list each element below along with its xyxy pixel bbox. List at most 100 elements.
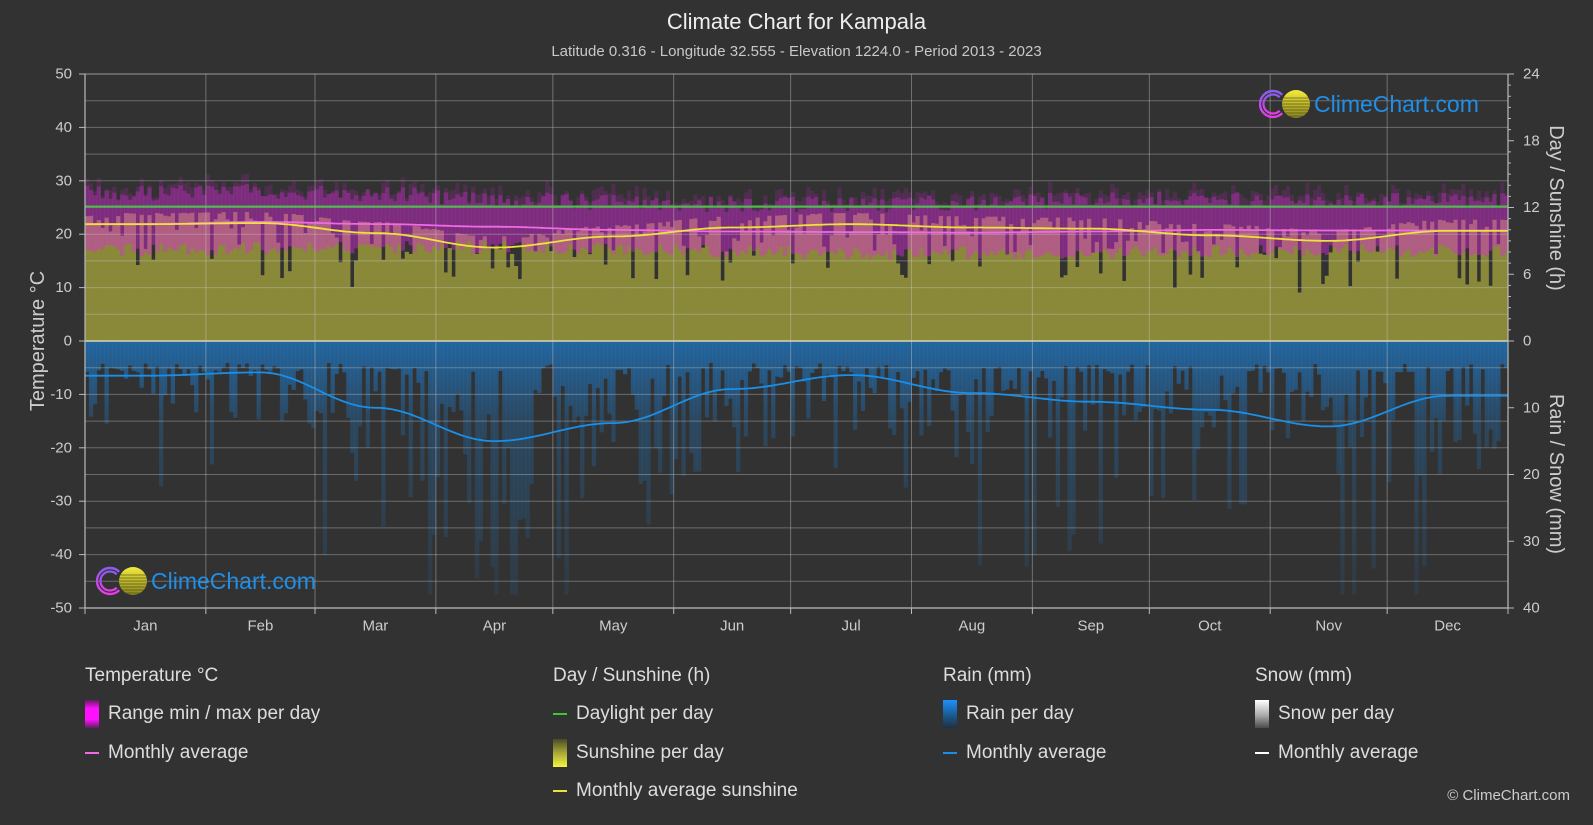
temperature-range-day-bar [1047,192,1053,253]
sunshine-day-bar [899,274,905,341]
rain-day-bar [658,341,663,473]
rain-day-bar [841,341,846,372]
temperature-range-day-bar-extent [1375,201,1380,206]
temperature-range-day-bar-extent [1125,191,1131,200]
temperature-range-day-bar-extent [778,189,784,199]
logo-text: ClimeChart.com [1314,91,1479,117]
sunshine-day-bar [260,275,265,341]
rain-day-bar [1453,341,1458,442]
sunshine-day-bar [486,248,491,341]
temperature-range-day-bar [502,202,507,242]
temperature-range-day-bar [1309,205,1314,253]
sunshine-day-bar [1094,241,1099,341]
rain-day-bar [1176,341,1181,384]
temperature-range-day-bar-extent [377,194,382,200]
sunshine-day-bar [950,261,955,341]
rain-day-bar [155,341,160,367]
temperature-range-day-bar-extent [420,184,425,193]
temperature-range-day-bar-extent [1394,189,1400,194]
sunshine-day-bar [685,275,690,341]
temperature-range-day-bar [1086,204,1092,256]
legend-label: Daylight per day [576,703,714,725]
temperature-range-day-bar-extent [1075,188,1080,194]
rain-day-bar [572,341,577,423]
rain-day-bar [182,341,187,376]
temperature-range-day-bar [1153,204,1158,248]
temperature-range-day-bar-extent [989,192,994,205]
temperature-range-day-bar [1445,201,1450,248]
temperature-range-day-bar-extent [560,194,565,196]
temperature-range-day-bar-extent [650,199,655,201]
temperature-range-day-bar [587,209,593,253]
sunshine-day-bar [135,265,140,341]
rain-day-bar [1196,341,1201,450]
rain-day-bar [552,341,558,397]
legend-item-sunshine-average: Monthly average sunshine [553,772,798,811]
temperature-range-day-bar [814,197,819,250]
temperature-range-day-bar-extent [747,189,753,199]
rain-day-bar [1188,341,1193,367]
temperature-range-day-bar [1180,204,1185,252]
temperature-range-day-bar [1176,201,1181,258]
rain-day-bar [1250,341,1255,371]
temperature-range-day-bar-extent [1200,188,1205,196]
rain-day-bar [1075,341,1080,367]
rain-day-bar [1285,341,1291,439]
temperature-range-day-bar-extent [1391,185,1396,194]
temperature-range-day-bar-extent [408,183,413,196]
rain-day-bar [541,341,546,369]
sunshine-day-bar [681,245,686,341]
sunshine-day-bar [1262,254,1267,341]
rain-day-bar [502,341,507,504]
rain-day-bar [1044,341,1049,379]
sunshine-day-bar [1305,235,1310,341]
y-tick-label-temperature: -40 [50,546,72,563]
temperature-range-day-bar-extent [1355,192,1361,197]
rain-day-bar [338,341,343,365]
yellow-line-icon [553,790,567,793]
sunshine-day-bar [447,248,452,341]
legend-label: Monthly average [108,741,249,763]
temperature-range-day-bar-extent [478,193,484,203]
rain-day-bar [969,341,975,464]
white-line-icon [1255,751,1269,754]
temperature-range-day-bar-extent [1024,198,1029,206]
temperature-range-day-bar-extent [1176,198,1181,202]
rain-day-bar [833,341,838,469]
rain-day-bar [447,341,452,408]
temperature-range-day-bar-extent [1449,189,1454,197]
rain-day-bar [817,341,823,364]
legend-label: Snow per day [1278,703,1395,725]
rain-day-bar [1414,341,1419,595]
temperature-range-day-bar-extent [1090,203,1096,206]
rain-day-bar [1157,341,1162,411]
sunshine-day-bar [533,251,538,341]
temperature-range-day-bar-extent [447,191,452,200]
sunshine-day-bar [872,250,877,341]
legend-title: Rain (mm) [943,665,1032,686]
temperature-range-day-bar-extent [1051,194,1057,202]
temperature-range-day-bar-extent [389,195,394,199]
temperature-range-day-bar [1200,195,1205,257]
temperature-range-day-bar-extent [700,196,706,206]
temperature-range-day-bar-extent [810,190,815,199]
temperature-range-day-bar [1129,207,1135,250]
temperature-range-day-bar-extent [100,195,105,199]
temperature-range-day-bar-extent [716,196,721,202]
rain-day-bar [942,341,947,369]
temperature-range-day-bar-extent [790,192,795,197]
temperature-range-day-bar-extent [533,202,538,205]
temperature-range-day-bar-extent [1172,191,1177,201]
temperature-range-day-bar-extent [1122,194,1127,200]
sunshine-day-bar [1496,244,1501,341]
sunshine-day-bar [474,253,480,341]
rain-day-bar [888,341,893,429]
rain-day-bar [884,341,889,366]
temperature-range-day-bar [88,189,94,251]
rain-day-bar [1246,341,1252,372]
temperature-range-day-bar [1402,204,1407,253]
temperature-range-day-bar [334,190,339,245]
temperature-range-day-bar-extent [268,184,273,195]
rain-day-bar [470,341,476,372]
rain-day-bar [903,341,908,488]
